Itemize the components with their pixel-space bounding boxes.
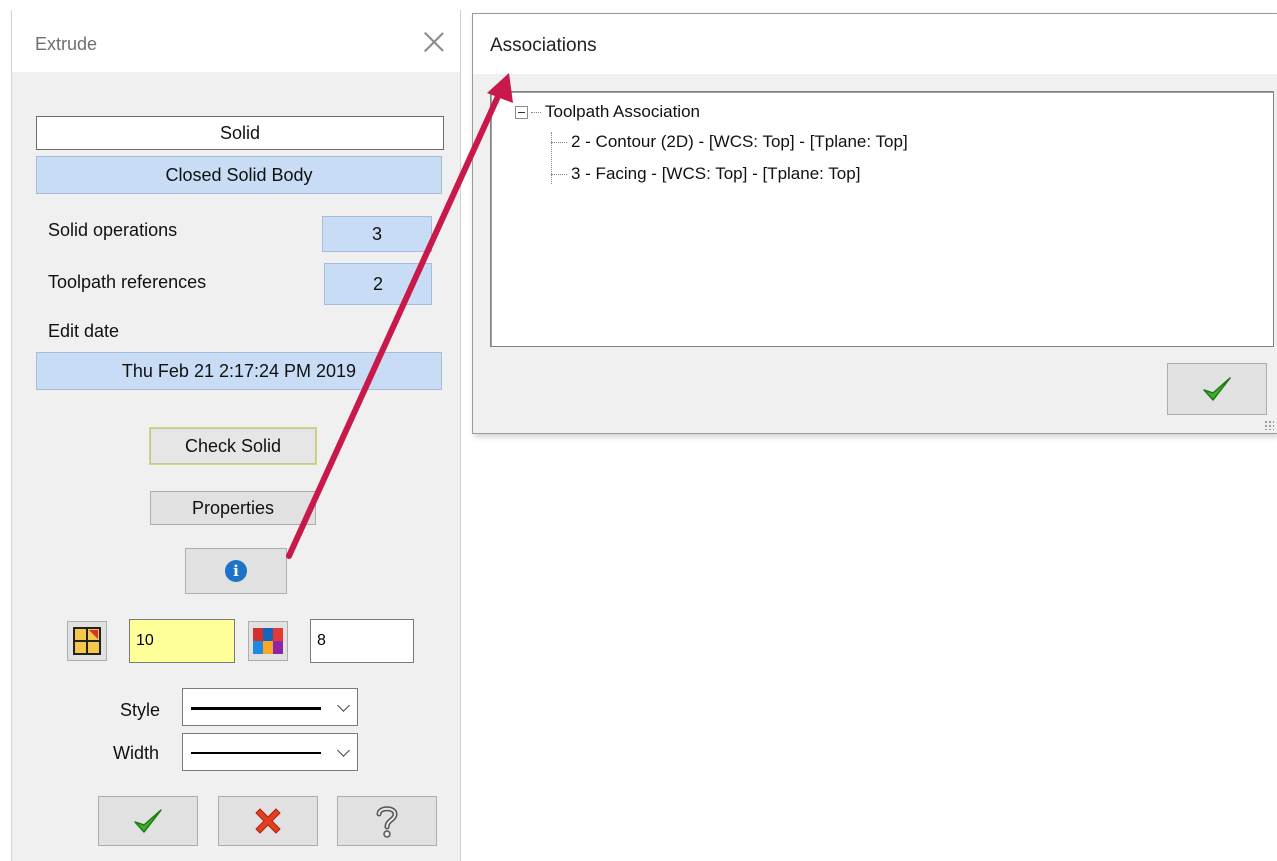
checkmark-icon: [1203, 377, 1231, 401]
tree-root-toolpath-association[interactable]: Toolpath Association: [515, 102, 700, 122]
solid-line-sample: [191, 707, 321, 710]
edit-date-value: Thu Feb 21 2:17:24 PM 2019: [36, 352, 442, 390]
toolpath-references-value: 2: [324, 263, 432, 305]
close-icon[interactable]: [421, 29, 447, 55]
line-width-select[interactable]: [182, 733, 358, 771]
level-grid-icon: [73, 627, 101, 655]
color-palette-icon: [253, 628, 283, 654]
x-icon: [255, 808, 281, 834]
body-type-field: Closed Solid Body: [36, 156, 442, 194]
tree-connector: [531, 111, 541, 113]
tree-connector: [551, 141, 567, 143]
tree-item-label: 2 - Contour (2D) - [WCS: Top] - [Tplane:…: [571, 132, 908, 151]
associations-title-bar: Associations: [473, 14, 1277, 74]
cancel-button[interactable]: [218, 796, 318, 846]
info-button[interactable]: i: [185, 548, 287, 594]
properties-button[interactable]: Properties: [150, 491, 316, 525]
collapse-icon[interactable]: [515, 105, 528, 119]
solid-operations-value: 3: [322, 216, 432, 252]
level-button[interactable]: [67, 621, 107, 661]
info-icon: i: [225, 560, 247, 582]
associations-dialog: Associations Toolpath Association 2 - Co…: [472, 13, 1277, 434]
level-input[interactable]: [129, 619, 235, 663]
help-button[interactable]: [337, 796, 437, 846]
tree-connector: [551, 173, 567, 175]
tree-item-contour[interactable]: 2 - Contour (2D) - [WCS: Top] - [Tplane:…: [551, 132, 908, 152]
resize-grip[interactable]: [1264, 420, 1274, 430]
extrude-title-bar: Extrude: [12, 10, 460, 72]
question-mark-icon: [376, 806, 398, 838]
chevron-down-icon: [337, 744, 350, 757]
tree-item-facing[interactable]: 3 - Facing - [WCS: Top] - [Tplane: Top]: [551, 164, 860, 184]
ok-button[interactable]: [98, 796, 198, 846]
edit-date-label: Edit date: [48, 321, 120, 341]
width-label: Width: [113, 743, 160, 763]
solid-name-field[interactable]: Solid: [36, 116, 444, 150]
color-input[interactable]: [310, 619, 414, 663]
checkmark-icon: [134, 809, 162, 833]
association-tree[interactable]: Toolpath Association 2 - Contour (2D) - …: [490, 91, 1274, 347]
solid-operations-label: Solid operations: [48, 220, 178, 240]
line-style-select[interactable]: [182, 688, 358, 726]
width-line-sample: [191, 752, 321, 754]
chevron-down-icon: [337, 699, 350, 712]
style-label: Style: [120, 700, 161, 720]
tree-root-label: Toolpath Association: [545, 102, 700, 121]
color-button[interactable]: [248, 621, 288, 661]
toolpath-references-label: Toolpath references: [48, 272, 207, 292]
tree-item-label: 3 - Facing - [WCS: Top] - [Tplane: Top]: [571, 164, 861, 183]
associations-title: Associations: [490, 35, 597, 56]
associations-ok-button[interactable]: [1167, 363, 1267, 415]
extrude-panel: Extrude Solid Closed Solid Body Solid op…: [11, 10, 461, 861]
extrude-title: Extrude: [35, 34, 98, 54]
check-solid-button[interactable]: Check Solid: [149, 427, 317, 465]
